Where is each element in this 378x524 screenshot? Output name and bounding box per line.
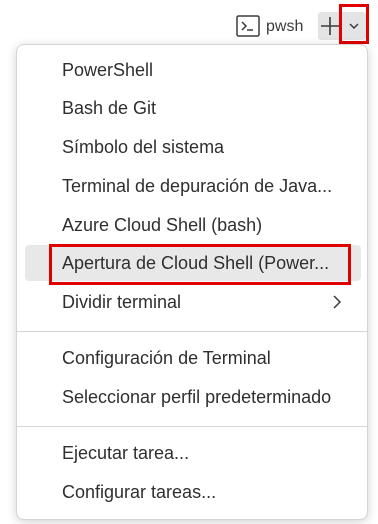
menu-item-label: PowerShell xyxy=(62,60,154,80)
menu-item-label: Azure Cloud Shell (bash) xyxy=(62,215,263,235)
terminal-name-label[interactable]: pwsh xyxy=(266,16,303,38)
terminal-powershell-icon[interactable] xyxy=(236,15,260,37)
menu-separator xyxy=(17,331,367,332)
menu-separator xyxy=(17,426,367,427)
menu-item-select-default-profile[interactable]: Seleccionar perfil predeterminado xyxy=(25,379,361,415)
dropdown-highlight-box xyxy=(339,4,369,44)
menu-item-configure-tasks[interactable]: Configurar tareas... xyxy=(25,474,361,510)
menu-item-label: Seleccionar perfil predeterminado xyxy=(62,387,332,407)
menu-item-command-prompt[interactable]: Símbolo del sistema xyxy=(25,129,361,165)
menu-item-terminal-settings[interactable]: Configuración de Terminal xyxy=(25,340,361,376)
menu-item-git-bash[interactable]: Bash de Git xyxy=(25,90,361,126)
menu-item-azure-cloud-shell-bash[interactable]: Azure Cloud Shell (bash) xyxy=(25,207,361,243)
menu-item-label: Ejecutar tarea... xyxy=(62,443,190,463)
menu-item-label: Configurar tareas... xyxy=(62,482,217,502)
menu-item-label: Símbolo del sistema xyxy=(62,137,225,157)
menu-item-label: Dividir terminal xyxy=(62,292,182,312)
menu-item-highlight-box xyxy=(49,244,351,285)
menu-item-label: Bash de Git xyxy=(62,98,157,118)
menu-item-java-debug-terminal[interactable]: Terminal de depuración de Java... xyxy=(25,168,361,204)
menu-item-split-terminal[interactable]: Dividir terminal xyxy=(25,284,361,320)
chevron-right-icon xyxy=(329,294,345,310)
menu-item-powershell[interactable]: PowerShell xyxy=(25,52,361,88)
menu-item-run-task[interactable]: Ejecutar tarea... xyxy=(25,435,361,471)
menu-item-label: Terminal de depuración de Java... xyxy=(62,176,333,196)
terminal-toolbar: pwsh xyxy=(0,0,378,46)
menu-item-label: Configuración de Terminal xyxy=(62,348,271,368)
